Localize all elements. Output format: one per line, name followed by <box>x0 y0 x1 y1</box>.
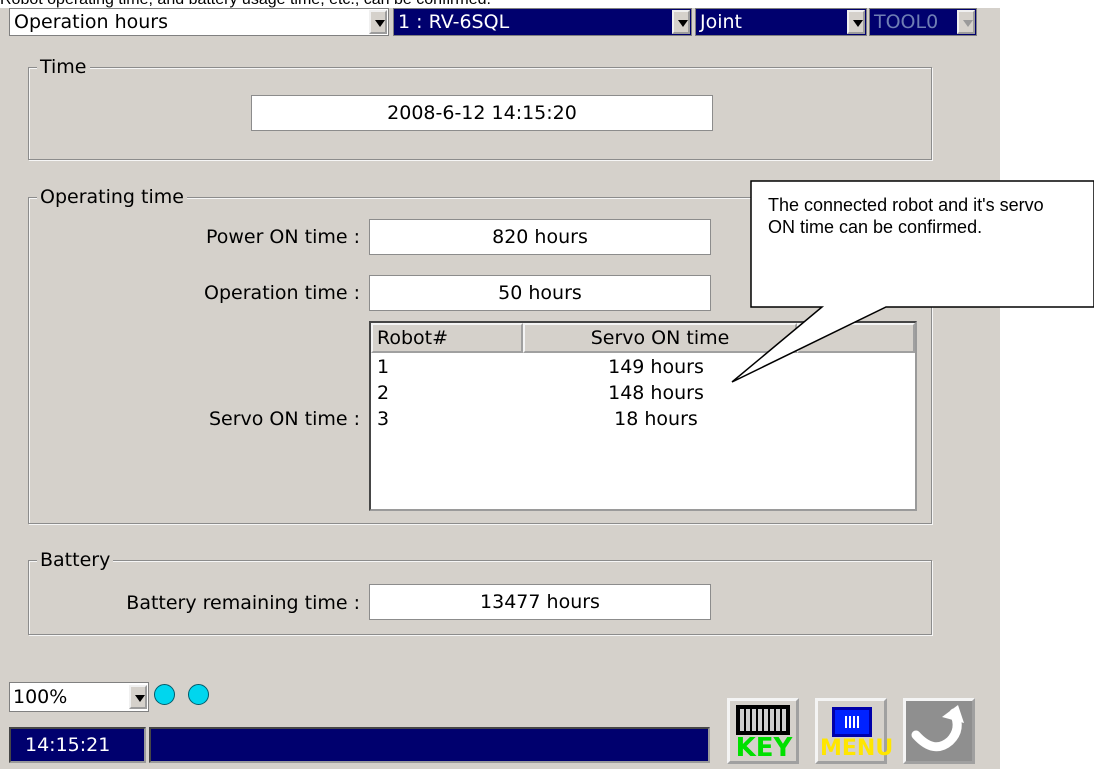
column-header-empty <box>797 323 915 353</box>
column-header-servo-on-time[interactable]: Servo ON time <box>523 323 797 353</box>
zoom-select[interactable]: 100% <box>9 682 149 712</box>
dropdown-arrow-icon[interactable] <box>129 685 147 709</box>
keyboard-button-label: KEY <box>735 733 793 763</box>
tool-select-value: TOOL0 <box>874 11 939 33</box>
back-arrow-icon <box>911 705 964 752</box>
dropdown-arrow-icon <box>957 10 975 34</box>
robot-number: 2 <box>377 382 390 404</box>
list-item[interactable]: 2 148 hours <box>371 381 911 405</box>
servo-on-time-value: 18 hours <box>614 408 698 430</box>
servo-on-time-value: 148 hours <box>608 382 704 404</box>
zoom-value: 100% <box>13 686 68 708</box>
robot-select-value: 1 : RV-6SQL <box>398 11 510 33</box>
coordinate-select[interactable]: Joint <box>695 8 867 36</box>
robot-number: 3 <box>377 408 390 430</box>
menu-button[interactable]: MENU <box>815 698 894 764</box>
status-lamp-icon <box>188 684 209 705</box>
screen-select-value: Operation hours <box>14 11 169 33</box>
keyboard-icon <box>736 705 790 735</box>
list-item[interactable]: 3 18 hours <box>371 407 911 431</box>
robot-select[interactable]: 1 : RV-6SQL <box>393 8 692 36</box>
coordinate-select-value: Joint <box>700 11 742 33</box>
servo-on-time-list[interactable]: Robot# Servo ON time 1 149 hours 2 148 h… <box>369 321 917 511</box>
clock-display: 14:15:21 <box>9 727 146 763</box>
status-bar <box>149 727 710 763</box>
column-header-robot[interactable]: Robot# <box>371 323 523 353</box>
power-on-time-label: Power ON time : <box>205 226 360 248</box>
list-header: Robot# Servo ON time <box>371 323 915 353</box>
servo-on-time-value: 149 hours <box>608 356 704 378</box>
tool-select: TOOL0 <box>869 8 977 36</box>
keyboard-button[interactable]: KEY <box>727 698 799 764</box>
list-item[interactable]: 1 149 hours <box>371 355 911 379</box>
status-lamp-icon <box>154 684 175 705</box>
dropdown-arrow-icon[interactable] <box>847 10 865 34</box>
callout-text: The connected robot and it's servo ON ti… <box>768 195 1044 237</box>
back-button[interactable] <box>903 698 975 764</box>
time-group-title: Time <box>37 55 90 79</box>
robot-number: 1 <box>377 356 390 378</box>
servo-on-time-label: Servo ON time : <box>208 408 360 430</box>
menu-icon <box>832 707 872 737</box>
battery-remaining-label: Battery remaining time : <box>126 592 360 614</box>
operation-time-label: Operation time : <box>204 282 360 304</box>
battery-group-title: Battery <box>37 548 114 572</box>
operating-time-group-title: Operating time <box>37 185 187 209</box>
dropdown-arrow-icon[interactable] <box>672 10 690 34</box>
current-time-field: 2008-6-12 14:15:20 <box>251 95 713 131</box>
screen-select[interactable]: Operation hours <box>9 8 389 36</box>
dropdown-arrow-icon[interactable] <box>369 10 387 34</box>
operation-time-field: 50 hours <box>369 275 711 311</box>
menu-button-label: MENU <box>820 736 894 761</box>
battery-remaining-field: 13477 hours <box>369 584 711 620</box>
power-on-time-field: 820 hours <box>369 219 711 255</box>
